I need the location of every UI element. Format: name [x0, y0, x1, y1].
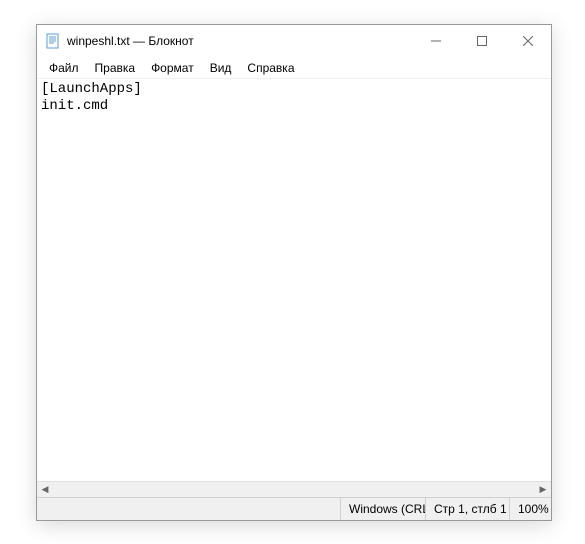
scroll-track[interactable]	[53, 482, 535, 497]
scroll-left-icon[interactable]: ◀	[37, 482, 53, 498]
menu-format[interactable]: Формат	[143, 59, 202, 77]
menu-file[interactable]: Файл	[41, 59, 87, 77]
scroll-right-icon[interactable]: ▶	[535, 482, 551, 498]
status-zoom: 100%	[509, 498, 551, 520]
notepad-icon	[45, 33, 61, 49]
minimize-button[interactable]	[413, 25, 459, 57]
titlebar[interactable]: winpeshl.txt — Блокнот	[37, 25, 551, 57]
status-encoding: Windows (CRL	[340, 498, 425, 520]
statusbar: Windows (CRL Стр 1, стлб 1 100%	[37, 497, 551, 520]
maximize-button[interactable]	[459, 25, 505, 57]
window-title: winpeshl.txt — Блокнот	[67, 34, 413, 48]
menu-edit[interactable]: Правка	[87, 59, 144, 77]
text-editor[interactable]: [LaunchApps] init.cmd	[37, 79, 551, 481]
horizontal-scrollbar[interactable]: ◀ ▶	[37, 481, 551, 497]
status-position: Стр 1, стлб 1	[425, 498, 509, 520]
notepad-window: winpeshl.txt — Блокнот Файл Правка Форма…	[36, 24, 552, 521]
menu-help[interactable]: Справка	[239, 59, 302, 77]
close-button[interactable]	[505, 25, 551, 57]
menu-view[interactable]: Вид	[202, 59, 240, 77]
menubar: Файл Правка Формат Вид Справка	[37, 57, 551, 79]
window-controls	[413, 25, 551, 57]
